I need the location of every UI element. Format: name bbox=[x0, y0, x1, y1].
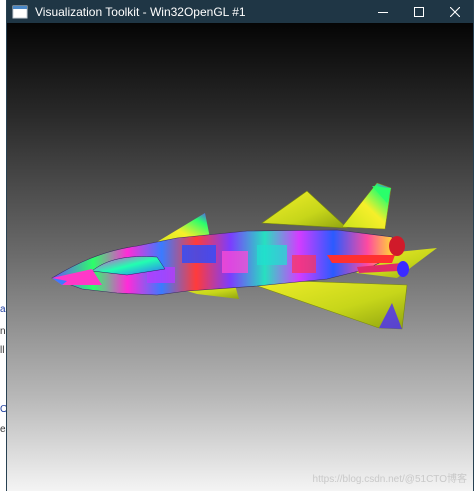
close-button[interactable] bbox=[437, 0, 473, 23]
app-icon bbox=[12, 5, 28, 18]
render-viewport[interactable]: https://blog.csdn.net/@51CTO博客 bbox=[7, 23, 473, 491]
fighter-jet-model bbox=[51, 182, 437, 330]
vtk-render-window: Visualization Toolkit - Win32OpenGL #1 h… bbox=[6, 0, 474, 491]
window-title: Visualization Toolkit - Win32OpenGL #1 bbox=[35, 4, 246, 19]
maximize-button[interactable] bbox=[401, 0, 437, 23]
watermark-text: https://blog.csdn.net/@51CTO博客 bbox=[312, 474, 467, 485]
close-icon bbox=[450, 6, 460, 17]
title-bar[interactable]: Visualization Toolkit - Win32OpenGL #1 bbox=[7, 0, 473, 23]
maximize-icon bbox=[414, 6, 424, 17]
minimize-button[interactable] bbox=[365, 0, 401, 23]
minimize-icon bbox=[378, 11, 388, 13]
